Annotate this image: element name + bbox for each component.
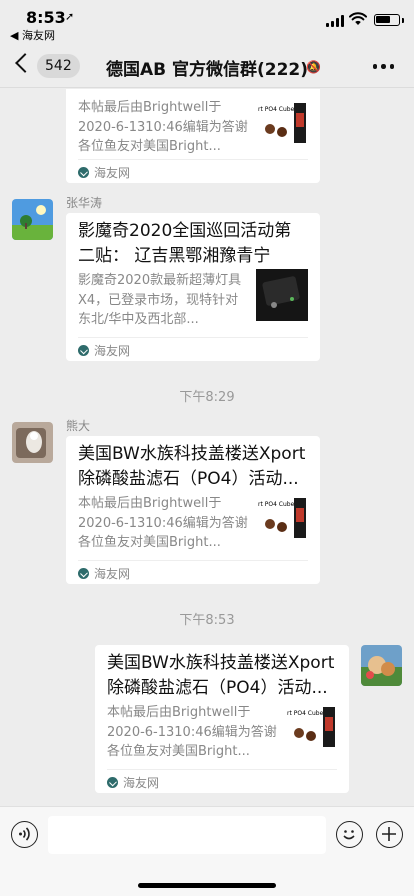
status-bar: 8:53 ➚ ◀ 海友网 <box>0 0 414 44</box>
link-card-thumbnail: rt PO4 Cubes <box>256 492 308 544</box>
link-card-source: 海友网 <box>78 164 130 181</box>
message-list[interactable]: 本帖最后由Brightwell于2020-6-1310:46编辑为答谢各位鱼友对… <box>0 89 414 805</box>
chat-header: 542 德国AB 官方微信群(222) 🔕 <box>0 44 414 88</box>
link-card-title: 美国BW水族科技盖楼送Xport除磷酸盐滤石（PO4）活动... <box>107 653 335 698</box>
link-card-thumbnail: rt PO4 Cubes <box>256 97 308 149</box>
avatar[interactable] <box>12 199 53 240</box>
more-options-icon[interactable] <box>372 64 394 69</box>
link-card-description: 本帖最后由Brightwell于2020-6-1310:46编辑为答谢各位鱼友对… <box>107 705 277 759</box>
card-divider <box>78 159 308 160</box>
timestamp: 下午8:53 <box>179 613 235 628</box>
back-to-app-link[interactable]: ◀ 海友网 <box>10 27 55 43</box>
link-card-thumbnail <box>256 269 308 321</box>
source-logo-icon <box>78 345 89 356</box>
wifi-icon <box>349 12 367 25</box>
link-card-source: 海友网 <box>107 774 159 791</box>
mute-bell-icon: 🔕 <box>306 60 321 74</box>
source-name: 海友网 <box>94 344 131 358</box>
link-card-source: 海友网 <box>78 565 130 582</box>
avatar[interactable] <box>12 422 53 463</box>
link-card-description: 本帖最后由Brightwell于2020-6-1310:46编辑为答谢各位鱼友对… <box>78 100 248 154</box>
sender-name: 张华涛 <box>66 196 103 210</box>
link-card-description: 本帖最后由Brightwell于2020-6-1310:46编辑为答谢各位鱼友对… <box>78 496 248 550</box>
thumb-caption: rt PO4 Cubes <box>258 501 297 508</box>
card-divider <box>107 769 337 770</box>
sender-name: 熊大 <box>66 419 91 433</box>
link-card[interactable]: 美国BW水族科技盖楼送Xport除磷酸盐滤石（PO4）活动... 本帖最后由Br… <box>95 645 349 793</box>
emoji-icon[interactable] <box>336 821 363 848</box>
battery-icon <box>374 14 400 26</box>
source-logo-icon <box>78 167 89 178</box>
link-card-description: 影魔奇2020款最新超薄灯具X4，已登录市场，现特针对东北/华中及西北部... <box>78 273 242 327</box>
thumb-caption: rt PO4 Cubes <box>258 106 297 113</box>
card-divider <box>78 560 308 561</box>
source-logo-icon <box>107 777 118 788</box>
card-divider <box>78 337 308 338</box>
input-bar <box>0 806 414 896</box>
location-arrow-icon: ➚ <box>65 10 75 23</box>
source-logo-icon <box>78 568 89 579</box>
link-card[interactable]: 美国BW水族科技盖楼送Xport除磷酸盐滤石（PO4）活动... 本帖最后由Br… <box>66 436 320 584</box>
my-avatar[interactable] <box>361 645 402 686</box>
link-card[interactable]: 本帖最后由Brightwell于2020-6-1310:46编辑为答谢各位鱼友对… <box>66 89 320 183</box>
source-name: 海友网 <box>94 166 131 180</box>
link-card-title: 影魔奇2020全国巡回活动第二贴： 辽吉黑鄂湘豫青宁 <box>78 221 292 266</box>
link-card[interactable]: 影魔奇2020全国巡回活动第二贴： 辽吉黑鄂湘豫青宁 影魔奇2020款最新超薄灯… <box>66 213 320 361</box>
battery-cap <box>402 18 404 23</box>
thumb-caption: rt PO4 Cubes <box>287 710 326 717</box>
source-name: 海友网 <box>94 567 131 581</box>
link-card-source: 海友网 <box>78 342 130 359</box>
add-attachment-icon[interactable] <box>376 821 403 848</box>
cellular-signal-icon <box>326 15 344 27</box>
home-indicator <box>138 883 276 888</box>
voice-input-icon[interactable] <box>11 821 38 848</box>
source-name: 海友网 <box>123 776 160 790</box>
link-card-title: 美国BW水族科技盖楼送Xport除磷酸盐滤石（PO4）活动... <box>78 444 306 489</box>
message-input[interactable] <box>48 816 326 854</box>
clock: 8:53 <box>26 8 66 27</box>
timestamp: 下午8:29 <box>179 390 235 405</box>
link-card-thumbnail: rt PO4 Cubes <box>285 701 337 753</box>
chat-title: 德国AB 官方微信群(222) <box>105 60 309 80</box>
